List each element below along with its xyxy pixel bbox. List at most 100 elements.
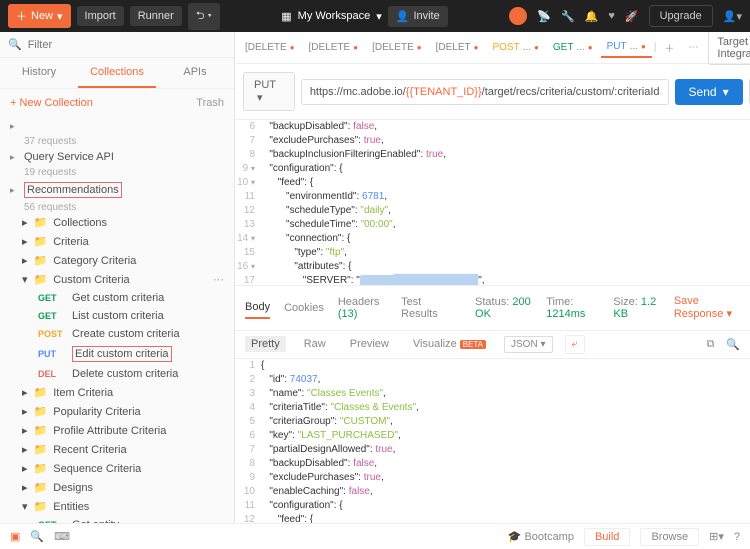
request-item[interactable]: DELDelete custom criteria [0, 365, 234, 383]
resp-tab-body[interactable]: Body [245, 297, 270, 319]
collection-sub: 19 requests [0, 167, 234, 178]
code-line: 9 ▾ "configuration": { [235, 162, 750, 176]
resp-status: Status: 200 OK [475, 296, 532, 320]
request-item[interactable]: GETGet custom criteria [0, 289, 234, 307]
request-item[interactable]: GETList custom criteria [0, 307, 234, 325]
code-line: 1{ [235, 359, 750, 373]
request-item[interactable]: POSTCreate custom criteria [0, 325, 234, 343]
help-icon[interactable]: ? [734, 531, 740, 543]
code-line: 6 "backupDisabled": false, [235, 120, 750, 134]
view-preview[interactable]: Preview [344, 336, 395, 352]
save-response-button[interactable]: Save Response ▾ [674, 295, 740, 320]
resp-tab-headers[interactable]: Headers (13) [338, 292, 387, 324]
chevron-down-icon: ▾ [723, 85, 729, 99]
collection-item[interactable]: ▸ [0, 117, 234, 136]
collection-item[interactable]: ▸Query Service API [0, 147, 234, 167]
runner-button[interactable]: Runner [130, 6, 182, 26]
search-icon: 🔍 [8, 38, 22, 51]
resp-time: Time: 1214ms [546, 296, 599, 320]
new-button[interactable]: ＋New ▾ [8, 4, 71, 28]
bootcamp-link[interactable]: 🎓 Bootcamp [508, 530, 574, 543]
tab-collections[interactable]: Collections [78, 58, 156, 88]
terminal-icon[interactable]: ⌨ [54, 530, 70, 543]
workspace-selector[interactable]: ▦My Workspace ▾ [281, 10, 381, 23]
request-tab[interactable]: [DELETE● [239, 38, 301, 57]
wrap-toggle[interactable]: ⤶ [565, 335, 585, 354]
copy-icon[interactable]: ⧉ [706, 338, 714, 351]
request-tab[interactable]: PUT ...● [601, 37, 652, 58]
filter-input[interactable] [28, 39, 226, 51]
collection-item[interactable]: ▸Recommendations [0, 178, 234, 202]
folder-item[interactable]: ▾📁Entities [0, 497, 234, 516]
upgrade-button[interactable]: Upgrade [649, 5, 713, 27]
code-line: 13 "scheduleTime": "00:00", [235, 218, 750, 232]
folder-item[interactable]: ▸📁Profile Attribute Criteria [0, 421, 234, 440]
environment-select[interactable]: Target Integration▾ [708, 32, 750, 65]
search-resp-icon[interactable]: 🔍 [726, 338, 740, 351]
tab-divider: | [654, 42, 657, 53]
rocket-icon[interactable]: 🚀 [625, 10, 639, 23]
resp-tab-cookies[interactable]: Cookies [284, 298, 324, 318]
code-line: 11 "configuration": { [235, 499, 750, 513]
code-line: 7 "partialDesignAllowed": true, [235, 443, 750, 457]
find-icon[interactable]: 🔍 [30, 530, 44, 543]
folder-item[interactable]: ▸📁Item Criteria [0, 383, 234, 402]
code-line: 2 "id": 74037, [235, 373, 750, 387]
folder-item[interactable]: ▸📁Sequence Criteria [0, 459, 234, 478]
folder-item[interactable]: ▸📁Criteria [0, 232, 234, 251]
format-select[interactable]: JSON ▾ [504, 336, 552, 353]
bell-icon[interactable]: 🔔 [585, 10, 599, 23]
code-line: 4 "criteriaTitle": "Classes & Events", [235, 401, 750, 415]
avatar-icon[interactable]: 👤▾ [723, 10, 742, 23]
folder-item[interactable]: ▸📁Popularity Criteria [0, 402, 234, 421]
folder-item[interactable]: ▸📁Collections [0, 213, 234, 232]
trash-link[interactable]: Trash [196, 97, 224, 109]
two-pane-icon[interactable]: ⊞▾ [709, 530, 724, 543]
wrench-icon[interactable]: 🔧 [561, 10, 575, 23]
user-plus-icon: 👤 [396, 10, 410, 23]
request-tab[interactable]: [DELETE● [303, 38, 365, 57]
request-tab[interactable]: [DELET● [430, 38, 485, 57]
import-button[interactable]: Import [77, 6, 124, 26]
tab-apis[interactable]: APIs [156, 58, 234, 88]
url-input[interactable]: https://mc.adobe.io/{{TENANT_ID}}/target… [301, 79, 669, 105]
folder-item[interactable]: ▸📁Category Criteria [0, 251, 234, 270]
folder-item[interactable]: ▾📁Custom Criteria⋯ [0, 270, 234, 289]
view-visualize[interactable]: VisualizeBETA [407, 336, 492, 352]
code-line: 12 "feed": { [235, 513, 750, 524]
tab-overflow-button[interactable]: ⋯ [682, 38, 704, 57]
folder-item[interactable]: ▸📁Recent Criteria [0, 440, 234, 459]
code-line: 12 "scheduleType": "daily", [235, 204, 750, 218]
code-line: 3 "name": "Classes Events", [235, 387, 750, 401]
folder-item[interactable]: ▸📁Designs [0, 478, 234, 497]
method-select[interactable]: PUT ▾ [243, 72, 295, 111]
code-line: 17 "SERVER": "ftp://ftp.████████████", [235, 274, 750, 285]
view-pretty[interactable]: Pretty [245, 336, 286, 352]
code-line: 10 ▾ "feed": { [235, 176, 750, 190]
tab-history[interactable]: History [0, 58, 78, 88]
grid-icon: ▦ [281, 10, 291, 23]
satellite-icon[interactable]: 📡 [537, 10, 551, 23]
code-line: 9 "excludePurchases": true, [235, 471, 750, 485]
request-item[interactable]: GETGet entity [0, 516, 234, 523]
code-line: 15 "type": "ftp", [235, 246, 750, 260]
invite-button[interactable]: 👤Invite [388, 6, 448, 27]
request-item[interactable]: PUTEdit custom criteria [0, 343, 234, 365]
tab-add-button[interactable]: ＋ [658, 36, 680, 59]
request-tab[interactable]: POST ...● [486, 38, 544, 57]
view-raw[interactable]: Raw [298, 336, 332, 352]
code-line: 6 "key": "LAST_PURCHASED", [235, 429, 750, 443]
send-button[interactable]: Send▾ [675, 79, 743, 105]
resp-tab-tests[interactable]: Test Results [401, 292, 447, 324]
sync-icon[interactable] [509, 7, 527, 25]
heart-icon[interactable]: ♥ [608, 10, 615, 22]
code-line: 8 "backupInclusionFilteringEnabled": tru… [235, 148, 750, 162]
mode-build[interactable]: Build [584, 528, 630, 546]
mode-browse[interactable]: Browse [640, 528, 699, 546]
request-tab[interactable]: GET ...● [547, 38, 599, 57]
code-line: 8 "backupDisabled": false, [235, 457, 750, 471]
console-icon[interactable]: ▣ [10, 530, 20, 543]
new-collection-link[interactable]: + New Collection [10, 97, 93, 109]
more-button[interactable]: ⮌ ▾ [188, 3, 220, 30]
request-tab[interactable]: [DELETE● [366, 38, 428, 57]
